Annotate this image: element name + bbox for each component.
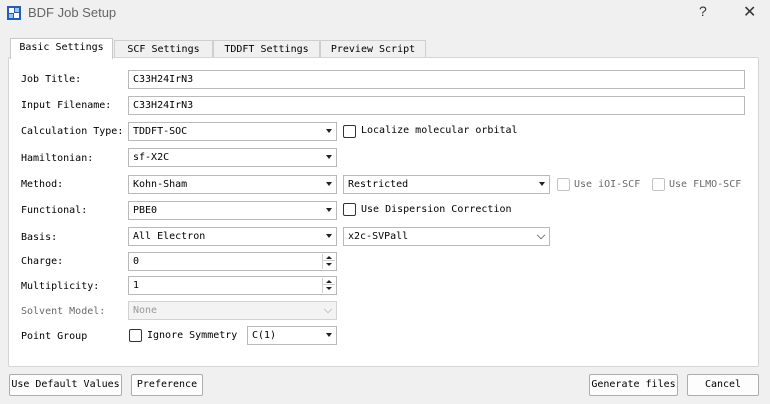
- use-flmo-scf-label: Use FLMO-SCF: [669, 179, 742, 190]
- dropdown-arrow-icon: [326, 333, 332, 337]
- increment-icon[interactable]: [323, 278, 335, 285]
- hamiltonian-value: sf-X2C: [133, 152, 170, 163]
- dropdown-arrow-icon: [326, 234, 332, 238]
- dropdown-arrow-icon: [539, 182, 545, 186]
- job-title-label: Job Title:: [21, 74, 82, 85]
- restriction-select[interactable]: Restricted: [343, 175, 550, 194]
- generate-files-button[interactable]: Generate files: [589, 374, 678, 396]
- multiplicity-label: Multiplicity:: [21, 281, 100, 292]
- localize-orbital-checkbox[interactable]: [343, 125, 356, 138]
- point-group-value: C(1): [252, 330, 277, 341]
- method-select[interactable]: Kohn-Sham: [128, 175, 337, 194]
- input-filename-input[interactable]: C33H24IrN3: [128, 96, 745, 115]
- method-value: Kohn-Sham: [133, 179, 188, 190]
- app-icon: [7, 6, 21, 20]
- increment-icon[interactable]: [323, 254, 335, 261]
- basis-set-select[interactable]: x2c-SVPall: [343, 227, 550, 246]
- multiplicity-stepper: [322, 278, 335, 293]
- job-title-input[interactable]: C33H24IrN3: [128, 70, 745, 89]
- chevron-down-icon: [323, 304, 333, 314]
- solvent-model-label: Solvent Model:: [21, 306, 106, 317]
- charge-label: Charge:: [21, 256, 64, 267]
- title-bar: BDF Job Setup ? ✕: [0, 0, 770, 30]
- input-filename-label: Input Filename:: [21, 100, 112, 111]
- basis-set-value: x2c-SVPall: [348, 231, 409, 242]
- hamiltonian-label: Hamiltonian:: [21, 153, 94, 164]
- multiplicity-spinbox[interactable]: 1: [128, 276, 337, 295]
- window-title: BDF Job Setup: [28, 5, 117, 20]
- dispersion-label: Use Dispersion Correction: [361, 204, 512, 215]
- ignore-symmetry-checkbox[interactable]: [129, 329, 142, 342]
- point-group-label: Point Group: [21, 331, 88, 342]
- basis-type-value: All Electron: [133, 231, 206, 242]
- dropdown-arrow-icon: [326, 129, 332, 133]
- basis-label: Basis:: [21, 232, 58, 243]
- use-ioi-scf-label: Use iOI-SCF: [574, 179, 641, 190]
- localize-orbital-label: Localize molecular orbital: [361, 125, 518, 136]
- decrement-icon[interactable]: [323, 285, 335, 292]
- decrement-icon[interactable]: [323, 261, 335, 268]
- preference-button[interactable]: Preference: [131, 374, 203, 396]
- chevron-down-icon: [536, 230, 546, 240]
- functional-value: PBE0: [133, 205, 158, 216]
- solvent-model-select[interactable]: None: [128, 301, 337, 320]
- use-default-values-button[interactable]: Use Default Values: [9, 374, 122, 396]
- ignore-symmetry-label: Ignore Symmetry: [147, 330, 238, 341]
- multiplicity-value: 1: [133, 280, 140, 291]
- charge-stepper: [322, 254, 335, 269]
- cancel-button[interactable]: Cancel: [687, 374, 759, 396]
- dropdown-arrow-icon: [326, 208, 332, 212]
- close-button[interactable]: ✕: [743, 2, 756, 22]
- dropdown-arrow-icon: [326, 155, 332, 159]
- calculation-type-value: TDDFT-SOC: [133, 126, 188, 137]
- charge-value: 0: [133, 256, 140, 267]
- calculation-type-select[interactable]: TDDFT-SOC: [128, 122, 337, 141]
- tab-basic-settings[interactable]: Basic Settings: [10, 38, 113, 59]
- charge-spinbox[interactable]: 0: [128, 252, 337, 271]
- basis-type-select[interactable]: All Electron: [128, 227, 337, 246]
- dropdown-arrow-icon: [326, 182, 332, 186]
- method-label: Method:: [21, 179, 64, 190]
- functional-select[interactable]: PBE0: [128, 201, 337, 220]
- help-button[interactable]: ?: [699, 3, 707, 19]
- dispersion-checkbox[interactable]: [343, 203, 356, 216]
- use-flmo-scf-checkbox[interactable]: [652, 178, 665, 191]
- solvent-model-value: None: [133, 305, 158, 316]
- use-ioi-scf-checkbox[interactable]: [557, 178, 570, 191]
- restriction-value: Restricted: [348, 179, 409, 190]
- point-group-select[interactable]: C(1): [247, 326, 337, 345]
- hamiltonian-select[interactable]: sf-X2C: [128, 148, 337, 167]
- functional-label: Functional:: [21, 205, 88, 216]
- calculation-type-label: Calculation Type:: [21, 126, 124, 137]
